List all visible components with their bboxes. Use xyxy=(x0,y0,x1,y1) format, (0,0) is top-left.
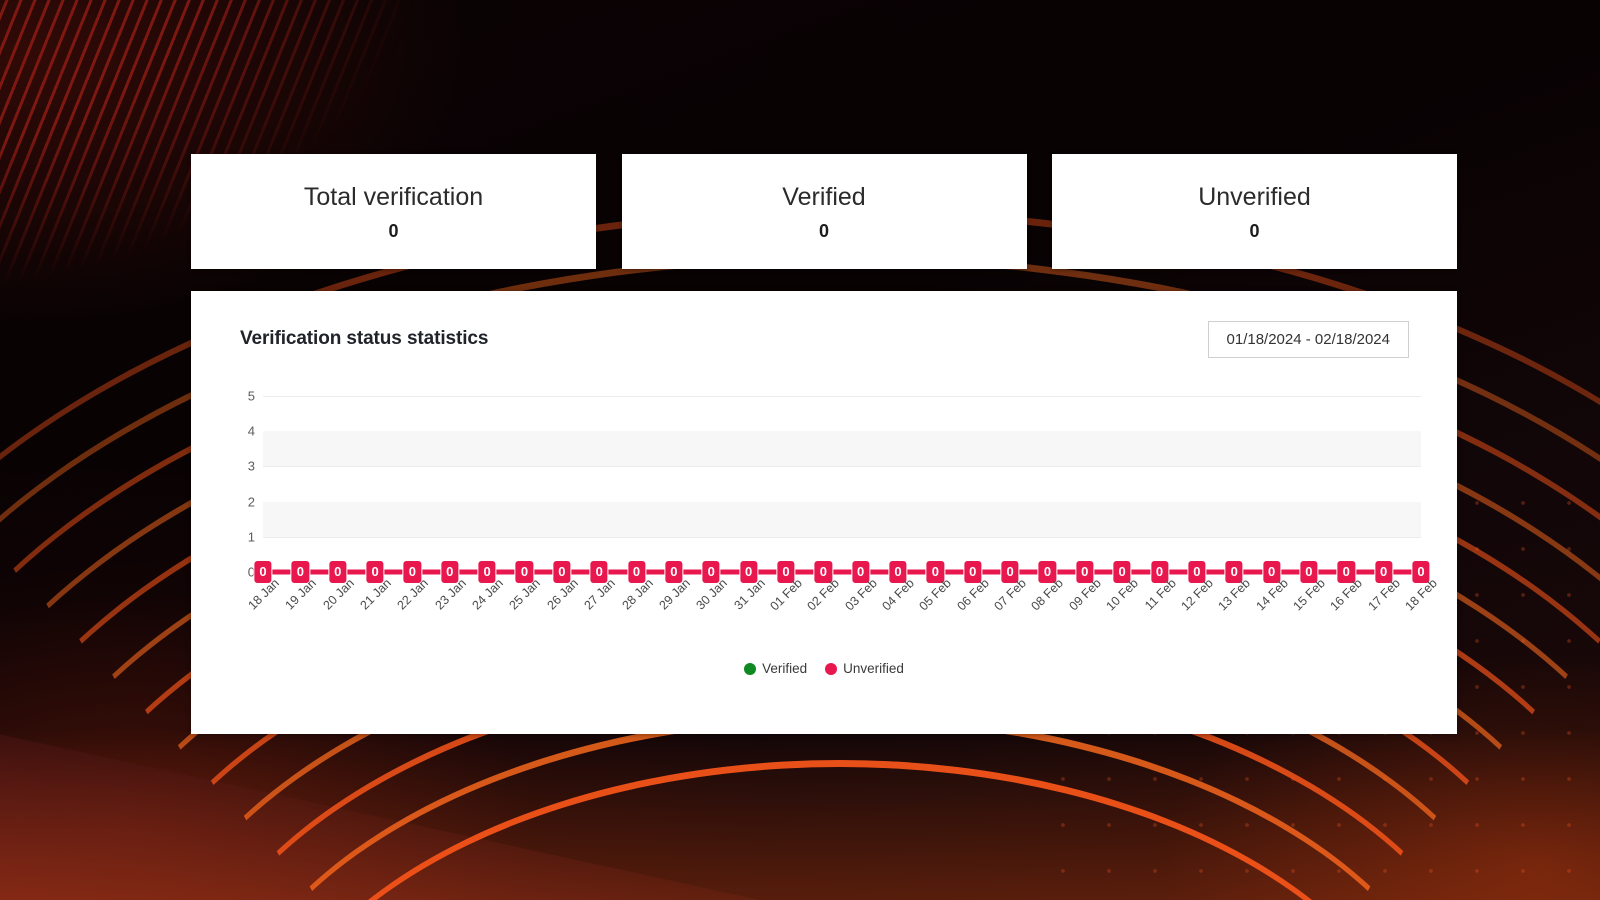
x-axis-tick-label: 12 Feb xyxy=(1178,576,1216,614)
x-axis-tick-label: 26 Jan xyxy=(544,576,581,613)
x-axis-tick-label: 22 Jan xyxy=(394,576,432,613)
y-axis-labels: 012345 xyxy=(231,389,255,580)
stat-card-value: 0 xyxy=(388,220,399,241)
x-axis-tick-label: 28 Jan xyxy=(619,576,656,613)
x-axis-tick-label: 14 Feb xyxy=(1253,576,1291,614)
x-axis-tick-label: 08 Feb xyxy=(1028,576,1067,614)
x-axis-tick-label: 24 Jan xyxy=(469,576,507,613)
chart-header: Verification status statistics 01/18/202… xyxy=(240,320,1409,358)
x-axis-tick-label: 10 Feb xyxy=(1103,576,1142,614)
legend-item-unverified[interactable]: Unverified xyxy=(825,661,904,676)
x-axis-tick-label: 27 Jan xyxy=(581,576,619,613)
x-axis-labels: 18 Jan 19 Jan 20 Jan 21 Jan 22 Jan 23 Jan 24 J… xyxy=(245,576,1439,636)
chart-gridline xyxy=(263,536,1421,538)
stat-card-verified[interactable]: Verified 0 xyxy=(621,154,1027,269)
x-axis-tick-label: 19 Jan xyxy=(282,576,320,613)
stat-card-unverified[interactable]: Unverified 0 xyxy=(1052,154,1457,269)
x-axis-tick-label: 23 Jan xyxy=(432,576,469,613)
x-axis-tick-label: 20 Jan xyxy=(320,576,357,613)
x-axis-tick-label: 17 Feb xyxy=(1365,576,1403,614)
stat-card-title: Verified xyxy=(782,182,866,211)
chart-canvas: 00000000000000000000000000000000 xyxy=(253,396,1431,584)
chart-gridline xyxy=(263,466,1421,468)
y-axis-tick-label: 1 xyxy=(247,529,255,545)
x-axis-tick-label: 01 Feb xyxy=(767,576,805,614)
x-axis-tick-label: 29 Jan xyxy=(656,576,693,613)
x-axis-tick-label: 06 Feb xyxy=(954,576,992,614)
chart-band xyxy=(263,431,1421,467)
x-axis-tick-label: 11 Feb xyxy=(1141,576,1179,613)
stat-card-value: 0 xyxy=(818,220,829,241)
x-axis-tick-label: 05 Feb xyxy=(916,576,955,614)
y-axis-tick-label: 3 xyxy=(247,458,255,474)
y-axis-tick-label: 2 xyxy=(247,494,255,510)
chart-title: Verification status statistics xyxy=(240,328,489,349)
x-axis-tick-label: 18 Jan xyxy=(245,576,282,613)
chart-legend: Verified Unverified xyxy=(191,661,1457,676)
chart-gridline xyxy=(263,396,1421,397)
x-axis-tick-label: 16 Feb xyxy=(1327,576,1366,614)
legend-label: Unverified xyxy=(843,661,904,676)
legend-label: Verified xyxy=(762,661,808,676)
x-axis-tick-label: 21 Jan xyxy=(357,576,394,613)
x-axis-tick-label: 03 Feb xyxy=(842,576,880,614)
legend-item-verified[interactable]: Verified xyxy=(744,661,807,676)
date-range-picker[interactable]: 01/18/2024 - 02/18/2024 xyxy=(1207,320,1409,358)
stat-card-title: Unverified xyxy=(1198,182,1311,211)
stat-card-total-verification[interactable]: Total verification 0 xyxy=(191,154,596,269)
legend-dot-icon xyxy=(825,662,838,675)
y-axis-tick-label: 4 xyxy=(247,423,255,439)
stat-card-title: Total verification xyxy=(303,182,484,211)
stat-card-row: Total verification 0 Verified 0 Unverifi… xyxy=(191,154,1457,269)
x-axis-tick-label: 07 Feb xyxy=(991,576,1029,614)
series-line-unverified xyxy=(263,569,1421,575)
x-axis-tick-label: 30 Jan xyxy=(693,576,731,613)
x-axis-tick-label: 31 Jan xyxy=(731,576,768,613)
legend-dot-icon xyxy=(744,662,757,675)
x-axis-tick-label: 13 Feb xyxy=(1215,576,1254,614)
y-axis-tick-label: 5 xyxy=(247,388,255,404)
chart-plot-area: 012345 00000000000000000000000000000000 … xyxy=(231,389,1439,614)
x-axis-tick-label: 04 Feb xyxy=(879,576,917,614)
x-axis-tick-label: 15 Feb xyxy=(1290,576,1328,614)
x-axis-tick-label: 02 Feb xyxy=(804,576,843,614)
x-axis-tick-label: 09 Feb xyxy=(1066,576,1104,614)
stat-card-value: 0 xyxy=(1249,220,1260,241)
chart-band xyxy=(263,501,1421,537)
x-axis-tick-label: 25 Jan xyxy=(506,576,544,613)
verification-statistics-card: Verification status statistics 01/18/202… xyxy=(191,291,1457,734)
